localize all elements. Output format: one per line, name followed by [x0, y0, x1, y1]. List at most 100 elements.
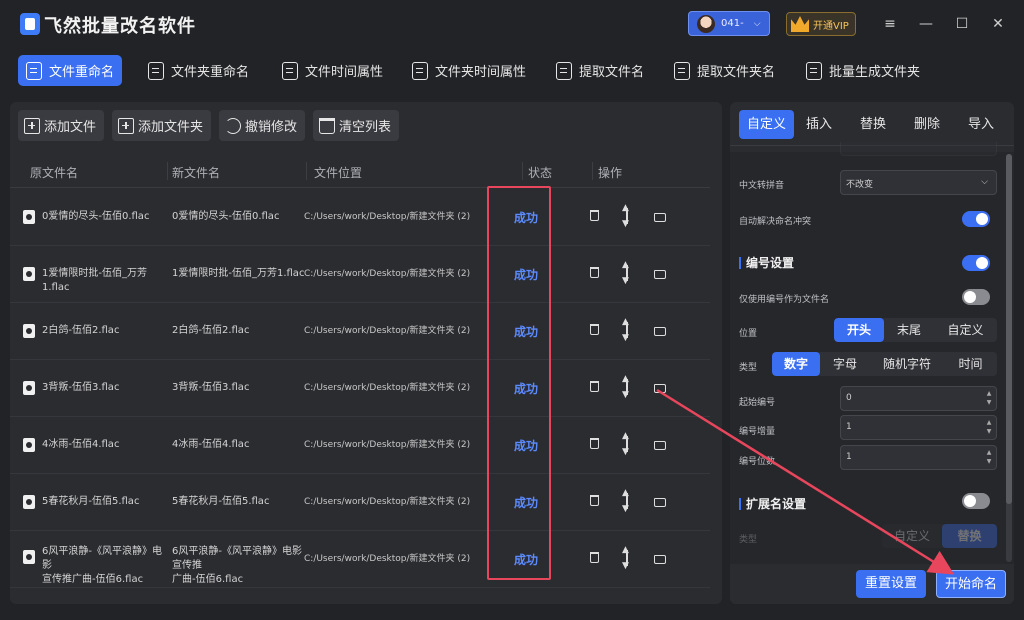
type-time[interactable]: 时间: [944, 352, 997, 376]
tab-file-time[interactable]: 文件时间属性: [274, 55, 391, 86]
undo-button[interactable]: 撤销修改: [219, 110, 306, 141]
numbering-toggle[interactable]: [962, 255, 990, 271]
audio-file-icon: [23, 550, 35, 564]
original-name-line1: 6风平浪静-《风平浪静》电影: [42, 546, 162, 571]
chevron-down-icon: ⌵: [981, 177, 988, 187]
stepper-arrows-icon[interactable]: ▲ ▼: [984, 389, 994, 408]
move-icon[interactable]: ▲ ▼: [621, 260, 633, 286]
stepper-arrows-icon[interactable]: ▲ ▼: [984, 418, 994, 437]
digits-input[interactable]: 1 ▲ ▼: [840, 445, 997, 470]
tab-folder-rename[interactable]: 文件夹重命名: [140, 55, 257, 86]
menu-icon[interactable]: ≡: [878, 12, 902, 36]
auto-conflict-toggle[interactable]: [962, 211, 990, 227]
new-name-line1: 4冰雨-伍佰4.flac: [172, 439, 250, 450]
table-row[interactable]: 1爱情限时批-伍佰_万芳1.flac 1爱情限时批-伍佰_万芳1.flac C:/U…: [10, 246, 710, 303]
stepper-arrows-icon[interactable]: ▲ ▼: [984, 448, 994, 467]
clear-list-button[interactable]: 清空列表: [313, 110, 400, 141]
open-folder-icon[interactable]: [654, 327, 666, 336]
new-name-cell: 4冰雨-伍佰4.flac: [172, 438, 308, 452]
tab-import[interactable]: 导入: [960, 110, 1002, 139]
user-account-button[interactable]: 041- ⌵: [688, 11, 770, 36]
table-row[interactable]: 5春花秋月-伍佰5.flac 5春花秋月-伍佰5.flac C:/Users/wor…: [10, 474, 710, 531]
open-folder-icon[interactable]: [654, 213, 666, 222]
open-folder-icon[interactable]: [654, 270, 666, 279]
position-label: 位置: [739, 329, 758, 339]
open-folder-icon[interactable]: [654, 441, 666, 450]
add-file-label: 添加文件: [44, 120, 97, 135]
minimize-icon[interactable]: —: [914, 12, 938, 36]
delete-icon[interactable]: [590, 438, 599, 449]
open-folder-icon[interactable]: [654, 555, 666, 564]
table-row[interactable]: 3背叛-伍佰3.flac 3背叛-伍佰3.flac C:/Users/work/De…: [10, 360, 710, 417]
step-label: 编号增量: [739, 427, 776, 437]
settings-scrollbar[interactable]: [1006, 154, 1012, 562]
original-name-cell: 1爱情限时批-伍佰_万芳1.flac: [42, 267, 166, 295]
table-row[interactable]: 2白鸽-伍佰2.flac 2白鸽-伍佰2.flac C:/Users/work/De…: [10, 303, 710, 360]
new-name-cell: 1爱情限时批-伍佰_万芳1.flac: [172, 267, 308, 281]
add-folder-button[interactable]: 添加文件夹: [112, 110, 212, 141]
position-custom[interactable]: 自定义: [934, 318, 997, 342]
audio-file-icon: [23, 381, 35, 395]
move-icon[interactable]: ▲ ▼: [621, 203, 633, 229]
start-number-input[interactable]: 0 ▲ ▼: [840, 386, 997, 411]
ext-type-label: 类型: [739, 535, 758, 545]
position-start[interactable]: 开头: [834, 318, 884, 342]
tab-extract-filename[interactable]: 提取文件名: [548, 55, 652, 86]
move-icon[interactable]: ▲ ▼: [621, 488, 633, 514]
move-icon[interactable]: ▲ ▼: [621, 317, 633, 343]
type-label: 类型: [739, 363, 758, 373]
clock-folder-icon: [412, 61, 428, 80]
col-location[interactable]: 文件位置: [314, 164, 362, 181]
type-random[interactable]: 随机字符: [870, 352, 944, 376]
tab-replace[interactable]: 替换: [852, 110, 894, 139]
type-letter[interactable]: 字母: [820, 352, 870, 376]
tab-insert[interactable]: 插入: [798, 110, 840, 139]
open-folder-icon[interactable]: [654, 498, 666, 507]
delete-icon[interactable]: [590, 267, 599, 278]
position-end[interactable]: 末尾: [884, 318, 934, 342]
step-value: 1: [846, 422, 852, 432]
delete-icon[interactable]: [590, 210, 599, 221]
move-icon[interactable]: ▲ ▼: [621, 545, 633, 571]
table-row[interactable]: 0爱情的尽头-伍佰0.flac 0爱情的尽头-伍佰0.flac C:/Users/w…: [10, 189, 710, 246]
extract-file-icon: [556, 61, 572, 80]
original-name-cell: 5春花秋月-伍佰5.flac: [42, 495, 166, 509]
col-new-name[interactable]: 新文件名: [172, 164, 220, 181]
delete-icon[interactable]: [590, 495, 599, 506]
tab-folder-time[interactable]: 文件夹时间属性: [404, 55, 534, 86]
settings-panel: 自定义 插入 替换 删除 导入 中文转拼音 不改变 ⌵ 自动解决命名冲突 编号设…: [730, 102, 1014, 604]
extension-toggle[interactable]: [962, 493, 990, 509]
original-name-line1: 2白鸽-伍佰2.flac: [42, 325, 120, 336]
tab-custom[interactable]: 自定义: [739, 110, 795, 139]
close-icon[interactable]: ✕: [986, 12, 1010, 36]
delete-icon[interactable]: [590, 381, 599, 392]
delete-icon[interactable]: [590, 324, 599, 335]
app-logo-icon: [20, 13, 40, 35]
pinyin-select[interactable]: 不改变 ⌵: [840, 170, 997, 195]
reset-settings-button[interactable]: 重置设置: [856, 570, 926, 598]
tab-delete[interactable]: 删除: [906, 110, 948, 139]
original-name-line1: 4冰雨-伍佰4.flac: [42, 439, 120, 450]
only-number-toggle[interactable]: [962, 289, 990, 305]
add-file-button[interactable]: 添加文件: [18, 110, 105, 141]
tab-extract-foldername[interactable]: 提取文件夹名: [666, 55, 783, 86]
vip-button[interactable]: 开通VIP: [786, 12, 856, 36]
type-number[interactable]: 数字: [772, 352, 820, 376]
delete-icon[interactable]: [590, 552, 599, 563]
table-row[interactable]: 4冰雨-伍佰4.flac 4冰雨-伍佰4.flac C:/Users/work/De…: [10, 417, 710, 474]
step-input[interactable]: 1 ▲ ▼: [840, 415, 997, 440]
maximize-icon[interactable]: ☐: [950, 12, 974, 36]
position-segment: 开头 末尾 自定义: [834, 318, 997, 342]
ext-replace[interactable]: 替换: [942, 524, 997, 548]
col-original-name[interactable]: 原文件名: [30, 164, 78, 181]
table-row[interactable]: 6风平浪静-《风平浪静》电影 宣传推广曲-伍佰6.flac 6风平浪静-《风平浪静》…: [10, 531, 710, 588]
move-icon[interactable]: ▲ ▼: [621, 431, 633, 457]
tab-file-rename[interactable]: 文件重命名: [18, 55, 123, 86]
tab-batch-folders[interactable]: 批量生成文件夹: [798, 55, 928, 86]
original-name-cell: 2白鸽-伍佰2.flac: [42, 324, 166, 338]
col-status[interactable]: 状态: [528, 164, 552, 181]
ext-custom[interactable]: 自定义: [882, 524, 942, 548]
move-icon[interactable]: ▲ ▼: [621, 374, 633, 400]
open-folder-icon[interactable]: [654, 384, 666, 393]
start-rename-button[interactable]: 开始命名: [936, 570, 1006, 598]
